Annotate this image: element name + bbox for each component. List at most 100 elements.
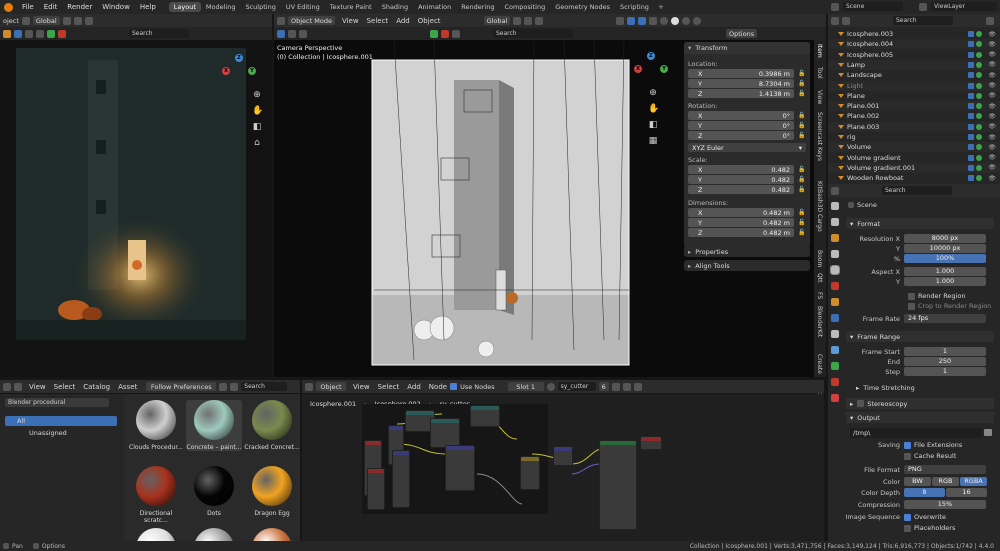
color-mode-bw[interactable]: BW	[904, 477, 931, 486]
workspace-tab-geometry-nodes[interactable]: Geometry Nodes	[550, 2, 615, 12]
align-tools-subpanel[interactable]: ▸ Align Tools	[684, 260, 810, 271]
outliner-item[interactable]: Wooden Rowboat 👁	[828, 173, 1000, 183]
main-zoom-icon[interactable]: ⊕	[648, 88, 658, 98]
left-pan-icon[interactable]: ✋	[252, 106, 263, 116]
lock-icon[interactable]: 🔓	[798, 112, 805, 119]
outliner-editor-icon[interactable]	[831, 16, 839, 25]
slot-dropdown[interactable]: Slot 1	[507, 382, 544, 391]
select-box-icon[interactable]	[14, 29, 22, 38]
view-layer-selector[interactable]: ViewLayer	[931, 2, 997, 11]
outliner-item[interactable]: Plane.002 👁	[828, 111, 1000, 121]
main-snap-icon[interactable]	[524, 16, 533, 25]
frame-end-field[interactable]: 250	[904, 357, 986, 366]
material-slot-icon[interactable]	[976, 82, 982, 89]
material-slot-icon[interactable]	[976, 51, 982, 58]
lock-icon[interactable]: 🔓	[798, 90, 805, 97]
viewport-menu-add[interactable]: Add	[396, 17, 410, 25]
modifier-icon[interactable]	[968, 61, 974, 68]
transform-panel-header[interactable]: ▾ Transform	[684, 42, 810, 54]
output-section-header[interactable]: ▾ Output	[846, 412, 994, 423]
fake-user-icon[interactable]	[611, 382, 620, 391]
render-region-checkbox[interactable]: Render Region	[908, 292, 965, 300]
properties-tab-scene-icon[interactable]	[830, 265, 840, 275]
left-lock-icon[interactable]: ⌂	[252, 138, 262, 148]
outliner-item[interactable]: Landscape 👁	[828, 70, 1000, 80]
modifier-icon[interactable]	[968, 154, 974, 161]
placeholders-checkbox[interactable]: Placeholders	[904, 524, 955, 532]
outliner-item[interactable]: Plane.001 👁	[828, 101, 1000, 112]
scene-selector[interactable]: Scene	[843, 2, 903, 11]
lock-icon[interactable]: 🔓	[798, 209, 805, 216]
material-slot-icon[interactable]	[976, 164, 982, 171]
outliner-item[interactable]: Lamp 👁	[828, 59, 1000, 70]
proportional-icon[interactable]	[84, 16, 93, 25]
viewport-menu-view[interactable]: View	[342, 17, 359, 25]
lock-icon[interactable]: 🔓	[798, 70, 805, 77]
node-menu-select[interactable]: Select	[378, 383, 400, 391]
node-menu-add[interactable]: Add	[407, 383, 421, 391]
material-slot-icon[interactable]	[976, 92, 982, 99]
main-ortho-icon[interactable]: ▦	[648, 136, 658, 146]
menu-window[interactable]: Window	[102, 3, 130, 11]
main-proportional-icon[interactable]	[535, 16, 544, 25]
outliner-item[interactable]: Light 👁	[828, 80, 1000, 91]
workspace-tab-compositing[interactable]: Compositing	[499, 2, 550, 12]
material-slot-icon[interactable]	[976, 144, 982, 151]
world-icon[interactable]	[58, 29, 66, 38]
asset-tile[interactable]: Concrete – paint...	[186, 400, 242, 451]
xray-icon[interactable]	[649, 16, 658, 25]
aspect-x-field[interactable]: 1.000	[904, 267, 986, 276]
sidebar-tab-qtt[interactable]: Qtt	[816, 273, 823, 282]
rotation-z-field[interactable]: Z 0°	[688, 131, 794, 140]
frame-start-field[interactable]: 1	[904, 347, 986, 356]
outliner-filter-icon[interactable]	[842, 16, 850, 25]
options-dropdown[interactable]: Options	[726, 29, 758, 38]
workspace-tab-rendering[interactable]: Rendering	[456, 2, 499, 12]
frame-rate-dropdown[interactable]: 24 fps	[904, 314, 986, 323]
resolution-percent-field[interactable]: 100%	[904, 254, 986, 263]
modifier-icon[interactable]	[968, 123, 974, 130]
properties-tab-view-layer-icon[interactable]	[831, 250, 839, 258]
material-preview-icon[interactable]	[546, 382, 555, 391]
modifier-icon[interactable]	[968, 144, 974, 151]
modifier-icon[interactable]	[968, 51, 974, 58]
shader-node[interactable]	[392, 450, 410, 508]
color-depth-8[interactable]: 8	[904, 488, 945, 497]
shader-node[interactable]	[445, 445, 475, 491]
add-workspace-icon[interactable]: +	[658, 3, 664, 11]
outliner-item[interactable]: Plane 👁	[828, 91, 1000, 101]
modifier-icon[interactable]	[968, 31, 974, 37]
gizmo-y-axis-icon[interactable]: Y	[248, 67, 256, 75]
modifier-icon[interactable]	[968, 72, 974, 79]
main-gizmo-y-icon[interactable]: Y	[660, 65, 668, 73]
sidebar-tab-item[interactable]: Item	[816, 44, 823, 58]
color-depth-16[interactable]: 16	[946, 488, 987, 497]
rotation-x-field[interactable]: X 0°	[688, 111, 794, 120]
gizmo-x-axis-icon[interactable]: X	[222, 67, 230, 75]
catalog-unassigned[interactable]: Unassigned	[5, 428, 117, 438]
lock-icon[interactable]: 🔓	[798, 122, 805, 129]
workspace-tab-animation[interactable]: Animation	[413, 2, 456, 12]
asset-editor-icon[interactable]	[3, 382, 11, 391]
properties-subpanel[interactable]: ▸ Properties	[684, 246, 810, 257]
workspace-tab-modeling[interactable]: Modeling	[201, 2, 241, 12]
shader-node[interactable]	[599, 440, 637, 530]
file-format-dropdown[interactable]: PNG	[904, 465, 986, 474]
dimensions-z-field[interactable]: Z 0.482 m	[688, 228, 794, 237]
node-editor-icon[interactable]	[305, 382, 313, 391]
left-mode-label[interactable]: oject	[3, 17, 19, 25]
select-extend-icon[interactable]	[25, 29, 33, 38]
main-orientation-dropdown[interactable]: Global	[483, 16, 511, 25]
snap-icon[interactable]	[73, 16, 82, 25]
asset-menu-asset[interactable]: Asset	[118, 383, 137, 391]
overlay-toggle-icon[interactable]	[638, 16, 647, 25]
shader-node[interactable]	[367, 468, 385, 510]
sidebar-tab-view[interactable]: View	[816, 90, 823, 104]
asset-tile[interactable]: Dots	[186, 466, 242, 517]
visibility-eye-icon[interactable]: 👁	[988, 144, 996, 151]
main-pan-icon[interactable]: ✋	[648, 104, 659, 114]
visibility-eye-icon[interactable]: 👁	[988, 175, 996, 182]
lock-icon[interactable]: 🔓	[798, 186, 805, 193]
outliner-item[interactable]: rig 👁	[828, 132, 1000, 142]
visibility-eye-icon[interactable]: 👁	[988, 134, 996, 141]
